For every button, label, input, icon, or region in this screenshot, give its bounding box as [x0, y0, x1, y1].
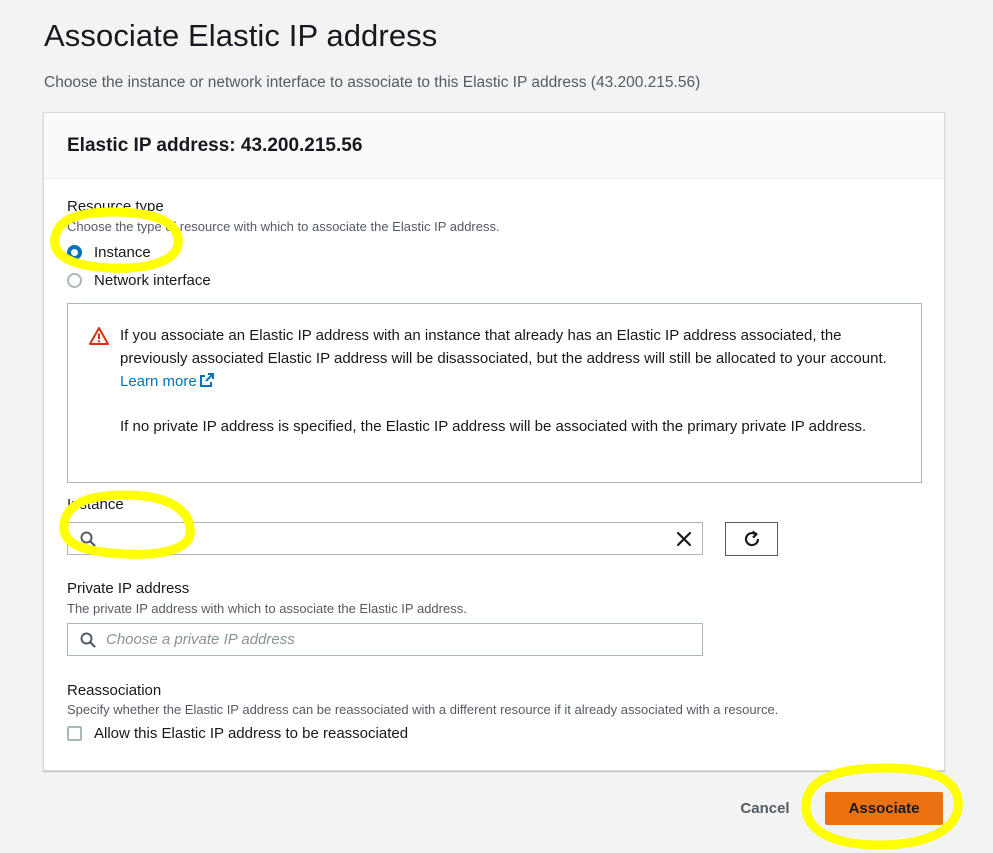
- instance-search-field[interactable]: [67, 522, 703, 555]
- reassociation-checkbox-row[interactable]: Allow this Elastic IP address to be reas…: [67, 725, 408, 742]
- associate-button[interactable]: Associate: [825, 792, 943, 825]
- external-link-icon: [199, 373, 214, 387]
- alert-text-1: If you associate an Elastic IP address w…: [120, 327, 887, 367]
- resource-type-description: Choose the type of resource with which t…: [67, 219, 500, 234]
- radio-network-interface-button[interactable]: [67, 272, 82, 288]
- private-ip-description: The private IP address with which to ass…: [67, 601, 467, 616]
- warning-alert: If you associate an Elastic IP address w…: [67, 303, 922, 483]
- elastic-ip-card: Elastic IP address: 43.200.215.56 Resour…: [43, 112, 945, 771]
- alert-text: If you associate an Elastic IP address w…: [120, 324, 900, 438]
- reassociation-description: Specify whether the Elastic IP address c…: [67, 702, 779, 717]
- reassociation-checkbox[interactable]: [67, 726, 82, 741]
- page-title: Associate Elastic IP address: [44, 18, 438, 53]
- warning-icon: [89, 327, 109, 345]
- radio-network-interface[interactable]: Network interface: [67, 269, 211, 291]
- learn-more-link[interactable]: Learn more: [120, 373, 215, 390]
- resource-type-label: Resource type: [67, 198, 164, 215]
- card-header: Elastic IP address: 43.200.215.56: [44, 113, 944, 179]
- radio-network-interface-label: Network interface: [94, 271, 211, 289]
- private-ip-label: Private IP address: [67, 580, 190, 597]
- radio-instance-button[interactable]: [67, 244, 82, 260]
- reassociation-checkbox-label: Allow this Elastic IP address to be reas…: [94, 725, 409, 742]
- learn-more-label: Learn more: [120, 373, 197, 390]
- cancel-button[interactable]: Cancel: [730, 792, 800, 824]
- alert-text-2: If no private IP address is specified, t…: [120, 418, 867, 435]
- private-ip-input[interactable]: [96, 624, 702, 655]
- refresh-button[interactable]: [725, 522, 778, 556]
- radio-instance[interactable]: Instance: [67, 241, 151, 263]
- card-title: Elastic IP address: 43.200.215.56: [67, 135, 363, 156]
- search-icon: [80, 632, 96, 648]
- clear-icon[interactable]: [676, 531, 692, 547]
- private-ip-field[interactable]: [67, 623, 703, 656]
- instance-label: Instance: [67, 496, 124, 513]
- instance-search-input[interactable]: [96, 523, 676, 554]
- radio-instance-label: Instance: [94, 243, 151, 261]
- page-description: Choose the instance or network interface…: [44, 74, 701, 91]
- alert-paragraph-1: If you associate an Elastic IP address w…: [120, 324, 900, 393]
- reassociation-label: Reassociation: [67, 682, 162, 699]
- search-icon: [80, 531, 96, 547]
- refresh-icon: [744, 530, 759, 547]
